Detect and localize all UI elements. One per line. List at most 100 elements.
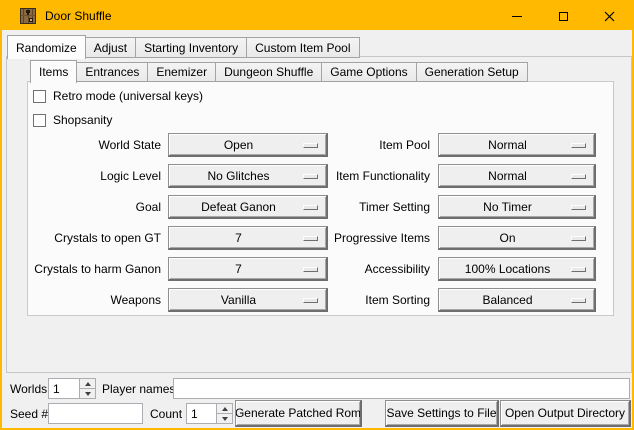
shopsanity-label: Shopsanity xyxy=(53,113,112,127)
item-pool-label: Item Pool xyxy=(276,138,430,152)
tab-starting-inventory[interactable]: Starting Inventory xyxy=(135,37,247,58)
seed-input[interactable] xyxy=(48,403,143,424)
shopsanity-checkbox-row[interactable]: Shopsanity xyxy=(33,113,112,127)
tab-enemizer[interactable]: Enemizer xyxy=(147,62,216,82)
dropdown-value: 100% Locations xyxy=(459,262,574,276)
generate-patched-rom-button[interactable]: Generate Patched Rom xyxy=(235,400,362,427)
save-settings-button[interactable]: Save Settings to File xyxy=(385,400,499,427)
count-label: Count xyxy=(150,407,182,421)
tab-items[interactable]: Items xyxy=(30,60,77,83)
sub-tab-bar: Items Entrances Enemizer Dungeon Shuffle… xyxy=(30,59,527,82)
arrow-up-icon xyxy=(222,407,228,411)
option-row: Goal Defeat Ganon Timer Setting No Timer xyxy=(28,195,613,219)
player-names-label: Player names xyxy=(102,382,175,396)
option-row: World State Open Item Pool Normal xyxy=(28,133,613,157)
dropdown-value: Normal xyxy=(482,138,551,152)
worlds-input[interactable] xyxy=(49,379,78,398)
dropdown-indicator-icon xyxy=(571,174,586,179)
item-sorting-dropdown[interactable]: Balanced xyxy=(438,288,596,312)
dropdown-indicator-icon xyxy=(571,205,586,210)
dropdown-value: Normal xyxy=(482,169,551,183)
tab-dungeon-shuffle[interactable]: Dungeon Shuffle xyxy=(215,62,322,82)
window-title: Door Shuffle xyxy=(45,9,112,23)
caption-buttons xyxy=(494,2,632,30)
item-functionality-dropdown[interactable]: Normal xyxy=(438,164,596,188)
minimize-icon xyxy=(512,16,522,17)
shopsanity-checkbox[interactable] xyxy=(33,114,46,127)
maximize-button[interactable] xyxy=(540,2,586,30)
option-row: Crystals to open GT 7 Progressive Items … xyxy=(28,226,613,250)
arrow-down-icon xyxy=(85,392,91,396)
option-row: Crystals to harm Ganon 7 Accessibility 1… xyxy=(28,257,613,281)
dropdown-value: 7 xyxy=(229,231,266,245)
open-output-directory-button[interactable]: Open Output Directory xyxy=(500,400,631,427)
tab-adjust[interactable]: Adjust xyxy=(85,37,136,58)
crystals-open-gt-label: Crystals to open GT xyxy=(28,231,161,245)
accessibility-dropdown[interactable]: 100% Locations xyxy=(438,257,596,281)
arrow-up-icon xyxy=(85,382,91,386)
button-label: Open Output Directory xyxy=(505,406,625,420)
worlds-spinner[interactable] xyxy=(48,378,96,399)
spin-up-button[interactable] xyxy=(80,379,95,389)
items-tab-pane: Retro mode (universal keys) Shopsanity W… xyxy=(27,81,614,316)
timer-setting-dropdown[interactable]: No Timer xyxy=(438,195,596,219)
spinner-arrows xyxy=(216,404,232,423)
tab-game-options[interactable]: Game Options xyxy=(321,62,416,82)
spin-up-button[interactable] xyxy=(217,404,232,414)
dropdown-value: 7 xyxy=(229,262,266,276)
progressive-items-dropdown[interactable]: On xyxy=(438,226,596,250)
tab-generation-setup[interactable]: Generation Setup xyxy=(416,62,528,82)
worlds-label: Worlds xyxy=(10,382,47,396)
count-input[interactable] xyxy=(187,404,215,423)
tab-label: Adjust xyxy=(94,41,127,55)
tab-label: Game Options xyxy=(330,65,407,79)
minimize-button[interactable] xyxy=(494,2,540,30)
tab-label: Starting Inventory xyxy=(144,41,238,55)
tab-label: Enemizer xyxy=(156,65,207,79)
button-label: Generate Patched Rom xyxy=(235,406,361,420)
player-names-input[interactable] xyxy=(173,378,630,399)
tab-custom-item-pool[interactable]: Custom Item Pool xyxy=(246,37,359,58)
retro-mode-label: Retro mode (universal keys) xyxy=(53,89,203,103)
app-door-icon xyxy=(20,8,36,24)
dropdown-value: On xyxy=(493,231,539,245)
retro-mode-checkbox[interactable] xyxy=(33,90,46,103)
accessibility-label: Accessibility xyxy=(276,262,430,276)
item-sorting-label: Item Sorting xyxy=(276,293,430,307)
timer-setting-label: Timer Setting xyxy=(276,200,430,214)
dropdown-value: Balanced xyxy=(476,293,556,307)
tab-label: Generation Setup xyxy=(425,65,519,79)
item-pool-dropdown[interactable]: Normal xyxy=(438,133,596,157)
goal-label: Goal xyxy=(28,200,161,214)
count-spinner[interactable] xyxy=(186,403,233,424)
retro-mode-checkbox-row[interactable]: Retro mode (universal keys) xyxy=(33,89,203,103)
main-tab-bar: Randomize Adjust Starting Inventory Cust… xyxy=(7,34,359,58)
tab-label: Custom Item Pool xyxy=(255,41,350,55)
weapons-label: Weapons xyxy=(28,293,161,307)
title-bar: Door Shuffle xyxy=(2,2,632,30)
seed-label: Seed # xyxy=(10,407,48,421)
dropdown-indicator-icon xyxy=(571,267,586,272)
button-label: Save Settings to File xyxy=(386,406,496,420)
spin-down-button[interactable] xyxy=(80,389,95,398)
progressive-items-label: Progressive Items xyxy=(276,231,430,245)
close-icon xyxy=(604,11,615,22)
dropdown-indicator-icon xyxy=(571,143,586,148)
dropdown-value: No Timer xyxy=(477,200,556,214)
spin-down-button[interactable] xyxy=(217,414,232,423)
dropdown-value: Open xyxy=(218,138,277,152)
tab-label: Dungeon Shuffle xyxy=(224,65,313,79)
logic-level-label: Logic Level xyxy=(28,169,161,183)
dropdown-value: Vanilla xyxy=(215,293,280,307)
close-button[interactable] xyxy=(586,2,632,30)
crystals-harm-ganon-label: Crystals to harm Ganon xyxy=(28,262,161,276)
option-row: Logic Level No Glitches Item Functionali… xyxy=(28,164,613,188)
arrow-down-icon xyxy=(222,417,228,421)
spinner-arrows xyxy=(79,379,95,398)
option-row: Weapons Vanilla Item Sorting Balanced xyxy=(28,288,613,312)
dropdown-indicator-icon xyxy=(571,236,586,241)
tab-entrances[interactable]: Entrances xyxy=(76,62,148,82)
world-state-label: World State xyxy=(28,138,161,152)
tab-randomize[interactable]: Randomize xyxy=(7,35,86,59)
tab-label: Randomize xyxy=(16,41,77,55)
